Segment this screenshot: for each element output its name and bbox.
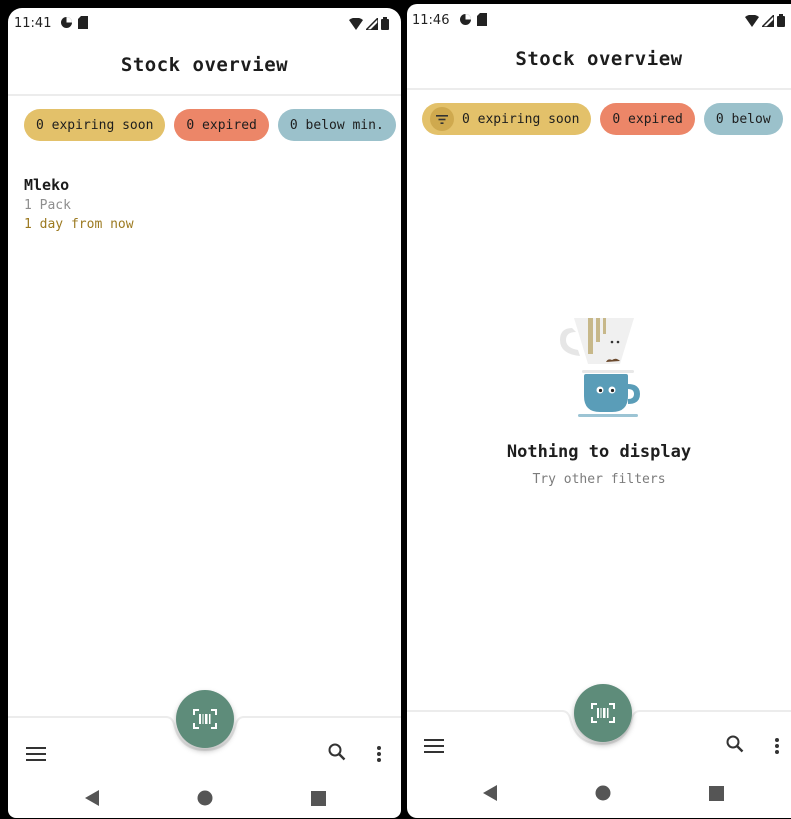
- chip-expired[interactable]: 0 expired: [174, 109, 269, 141]
- filter-chips: 0 expiring soon 0 expired 0 below min.: [24, 109, 396, 141]
- filter-indicator: [430, 107, 454, 131]
- chip-label: 0 expired: [186, 117, 257, 133]
- status-right-icons: [745, 14, 785, 27]
- chip-expiring-soon[interactable]: 0 expiring soon: [422, 103, 592, 135]
- nav-back-button[interactable]: [80, 786, 104, 810]
- nav-back-icon: [483, 785, 497, 801]
- battery-icon: [777, 14, 785, 27]
- phone-right: 11:46 Stock overview 0 expiring soon 0 e: [407, 4, 791, 818]
- status-right-icons: [349, 17, 389, 30]
- nav-home-button[interactable]: [193, 786, 217, 810]
- chip-expiring-soon[interactable]: 0 expiring soon: [24, 109, 166, 141]
- filter-icon: [436, 114, 448, 124]
- more-vert-icon: [377, 746, 381, 762]
- chip-below-min[interactable]: 0 below: [703, 103, 783, 135]
- list-item[interactable]: Mleko 1 Pack 1 day from now: [24, 176, 134, 232]
- status-bar: 11:41: [8, 8, 401, 38]
- chip-label: 0 below min.: [289, 117, 384, 133]
- status-left-icons: [459, 13, 487, 26]
- page-title: Stock overview: [120, 54, 289, 76]
- wifi-icon: [745, 14, 759, 27]
- chip-label: 0 expired: [612, 111, 683, 127]
- sim-card-icon: [78, 16, 88, 29]
- search-icon: [328, 743, 346, 761]
- search-button[interactable]: [719, 728, 751, 760]
- search-button[interactable]: [321, 736, 353, 768]
- header-divider: [8, 94, 401, 96]
- item-due-date: 1 day from now: [24, 217, 134, 232]
- filter-chips: 0 expiring soon 0 expired 0 below: [422, 103, 783, 135]
- nav-home-icon: [595, 785, 611, 801]
- sim-card-icon: [477, 13, 487, 26]
- item-name: Mleko: [24, 176, 70, 194]
- chip-below-min[interactable]: 0 below min.: [277, 109, 396, 141]
- system-nav-bar: [8, 774, 401, 818]
- empty-state-subtitle: Try other filters: [532, 472, 666, 487]
- chip-label: 0 expiring soon: [36, 117, 154, 133]
- status-left-icons: [60, 16, 88, 29]
- chip-expired[interactable]: 0 expired: [600, 103, 695, 135]
- nav-home-button[interactable]: [591, 781, 615, 805]
- menu-button[interactable]: [418, 730, 450, 762]
- empty-state-title: Nothing to display: [506, 442, 692, 462]
- nav-home-icon: [197, 790, 213, 806]
- phone-left: 11:41 Stock overview 0 expiring soon 0 e…: [8, 8, 401, 818]
- barcode-scan-icon: [193, 709, 217, 729]
- chip-label: 0 expiring soon: [462, 111, 580, 127]
- sync-icon: [61, 17, 72, 28]
- status-time: 11:41: [14, 16, 52, 31]
- nav-recents-icon: [310, 790, 326, 806]
- menu-icon: [424, 739, 444, 753]
- battery-icon: [381, 17, 389, 30]
- item-amount: 1 Pack: [24, 198, 71, 213]
- screenshot-canvas: 11:41 Stock overview 0 expiring soon 0 e…: [0, 0, 791, 819]
- menu-button[interactable]: [20, 738, 52, 770]
- more-options-button[interactable]: [363, 738, 395, 770]
- signal-icon: [762, 14, 774, 27]
- scan-fab[interactable]: [176, 690, 234, 748]
- sync-icon: [460, 14, 471, 25]
- empty-state: Nothing to display Try other filters: [407, 314, 791, 487]
- nav-recents-button[interactable]: [306, 786, 330, 810]
- system-nav-bar: [407, 769, 791, 817]
- more-vert-icon: [775, 738, 779, 754]
- wifi-icon: [349, 17, 363, 30]
- status-time: 11:46: [412, 13, 450, 28]
- chip-label: 0 below: [715, 111, 771, 127]
- search-icon: [726, 735, 744, 753]
- nav-back-icon: [85, 790, 99, 806]
- barcode-scan-icon: [591, 703, 615, 723]
- status-bar: 11:46: [407, 4, 791, 34]
- more-options-button[interactable]: [761, 730, 791, 762]
- page-title: Stock overview: [515, 48, 683, 70]
- header-divider: [407, 88, 791, 90]
- nav-back-button[interactable]: [478, 781, 502, 805]
- nav-recents-button[interactable]: [704, 781, 728, 805]
- menu-icon: [26, 747, 46, 761]
- scan-fab[interactable]: [574, 684, 632, 742]
- nav-recents-icon: [708, 785, 724, 801]
- signal-icon: [366, 17, 378, 30]
- coffee-illustration: [560, 318, 640, 417]
